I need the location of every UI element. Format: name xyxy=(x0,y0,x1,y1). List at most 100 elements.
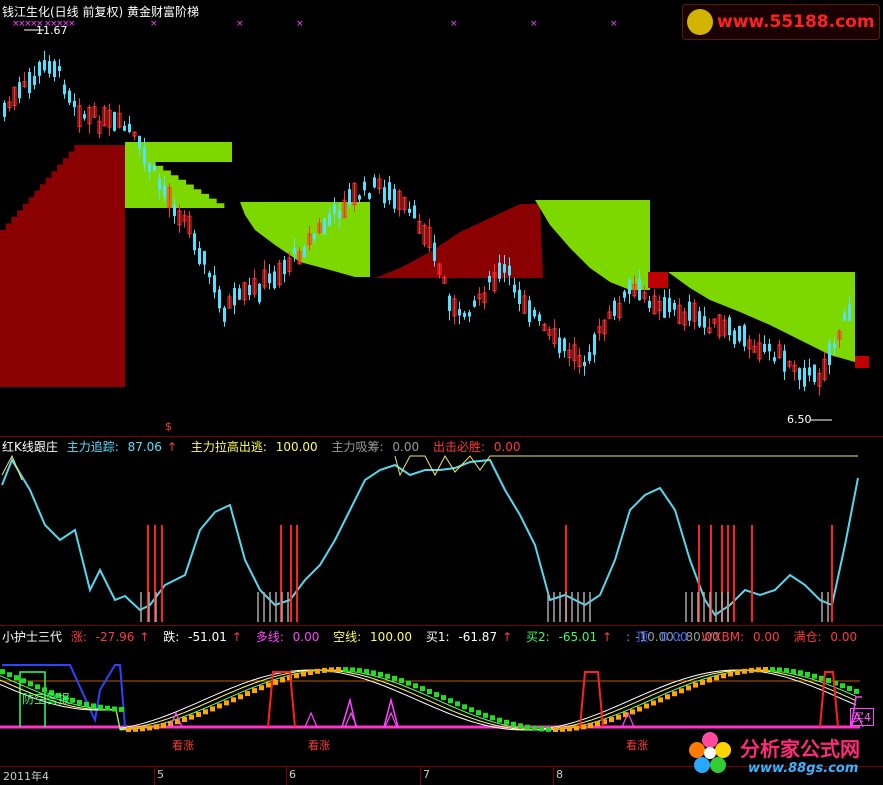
panel-separator xyxy=(0,436,883,437)
trend-block xyxy=(147,725,152,731)
candle-body xyxy=(813,364,816,383)
candle-body xyxy=(373,177,376,188)
candle-body xyxy=(798,368,801,380)
indicator-item: 满仓: 0.00 xyxy=(793,630,858,644)
trend-block xyxy=(77,699,82,705)
candle-body xyxy=(463,312,466,317)
indicator-title: 小护士三代 xyxy=(2,630,63,644)
trend-block xyxy=(7,672,12,678)
trend-block xyxy=(819,675,824,681)
candle-body xyxy=(488,276,491,283)
watermark-55188: www.55188.com xyxy=(682,4,880,40)
candle-body xyxy=(238,288,241,300)
trend-block xyxy=(567,726,572,732)
candle-body xyxy=(128,123,131,132)
candle-body xyxy=(383,187,386,204)
trend-block xyxy=(336,667,341,672)
trend-block xyxy=(182,717,187,722)
trend-block xyxy=(343,667,348,673)
candle-body xyxy=(58,66,61,71)
trend-block xyxy=(665,694,670,700)
ladder-block xyxy=(855,356,869,368)
trend-block xyxy=(826,678,831,683)
candle-body xyxy=(338,211,341,219)
trend-block xyxy=(112,706,117,712)
top-x-marker: × xyxy=(610,19,618,29)
trend-block xyxy=(364,669,369,675)
trend-block xyxy=(406,680,411,686)
candle-body xyxy=(558,337,561,353)
trend-block xyxy=(21,678,26,684)
trend-block xyxy=(448,698,453,704)
candle-body xyxy=(28,72,31,94)
indicator-title: 红K线跟庄 xyxy=(2,440,58,454)
trend-block xyxy=(476,710,481,716)
candle-body xyxy=(68,90,71,103)
trend-block xyxy=(672,691,677,697)
candle-body xyxy=(173,204,176,216)
candle-body xyxy=(268,273,271,284)
candle-body xyxy=(223,307,226,322)
trend-block xyxy=(854,688,859,694)
indicator-item: 主力追踪: 87.06 ↑ xyxy=(66,440,177,454)
trend-block xyxy=(70,697,75,703)
trend-block xyxy=(728,671,733,677)
indicator-header-nurse: 小护士三代 涨: -27.96 ↑ 跌: -51.01 ↑ 多线: 0.00 空线:… xyxy=(2,628,730,645)
candle-body xyxy=(518,289,521,304)
watermark-88gs: 分析家公式网 www.88gs.com xyxy=(682,725,880,783)
candle-body xyxy=(283,259,286,275)
stock-chart-canvas[interactable]: ××××××××××××××××××× xyxy=(0,0,883,785)
indicator-item: 买2: -65.01 ↑ xyxy=(525,630,613,644)
momentum-wave-line xyxy=(0,669,857,731)
indicator-item: 跌: -51.01 ↑ xyxy=(163,630,242,644)
candle-body xyxy=(703,316,706,328)
candle-body xyxy=(358,195,361,200)
trend-block xyxy=(840,683,845,689)
ladder-block xyxy=(375,204,543,278)
trend-block xyxy=(0,669,5,675)
panel-separator xyxy=(0,625,883,626)
trend-block xyxy=(581,724,586,730)
trend-block xyxy=(658,697,663,703)
trend-block xyxy=(413,683,418,689)
candle-body xyxy=(688,301,691,321)
candle-body xyxy=(763,343,766,352)
candle-body xyxy=(63,84,66,95)
trend-block xyxy=(427,689,432,694)
candle-body xyxy=(638,278,641,301)
candle-body xyxy=(533,309,536,317)
candle-body xyxy=(468,312,471,317)
candle-body xyxy=(588,352,591,361)
trend-block xyxy=(196,712,201,717)
candle-body xyxy=(503,264,506,273)
trend-block xyxy=(434,692,439,698)
candle-body xyxy=(43,60,46,71)
trend-block xyxy=(280,677,285,683)
trend-block xyxy=(329,667,334,673)
ladder-block xyxy=(535,200,650,290)
trend-block xyxy=(651,700,656,706)
indicator-item: 主力吸筹: 0.00 xyxy=(331,440,420,454)
candle-body xyxy=(18,82,21,99)
trend-block xyxy=(105,705,110,711)
watch-rise-label: 看涨 xyxy=(626,739,648,752)
trend-block xyxy=(189,714,194,720)
trend-block xyxy=(378,671,383,677)
candle-body xyxy=(293,247,296,254)
candle-body xyxy=(613,300,616,316)
indicator-item: 空线: 100.00 xyxy=(333,630,413,644)
candle-body xyxy=(458,309,461,316)
trend-block xyxy=(546,726,551,732)
trend-block xyxy=(805,671,810,677)
trend-block xyxy=(644,703,649,709)
candle-body xyxy=(623,291,626,298)
trend-block xyxy=(14,675,19,681)
trend-block xyxy=(301,671,306,677)
x-axis-label: 5 xyxy=(157,768,164,781)
trend-block xyxy=(742,668,747,674)
full-position-pulse xyxy=(579,671,604,728)
ladder-block xyxy=(240,202,370,277)
trend-block xyxy=(273,679,278,685)
trend-block xyxy=(504,719,509,725)
trend-block xyxy=(154,724,159,730)
